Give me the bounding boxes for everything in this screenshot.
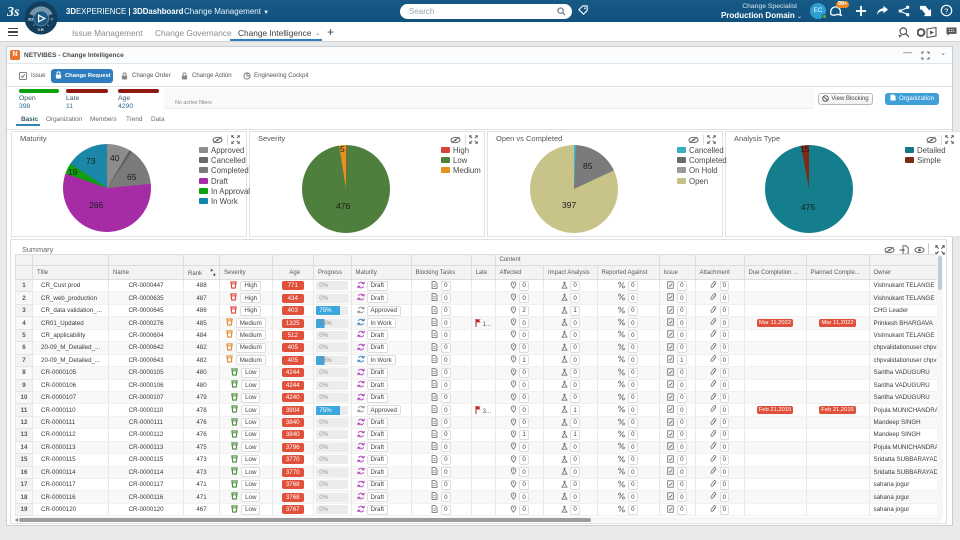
svg-text:V: V xyxy=(51,17,54,22)
svg-text:3s: 3s xyxy=(7,5,20,19)
svg-text:?: ? xyxy=(944,6,948,15)
svg-text:V.R: V.R xyxy=(38,27,44,32)
svg-text:3D: 3D xyxy=(28,17,33,22)
